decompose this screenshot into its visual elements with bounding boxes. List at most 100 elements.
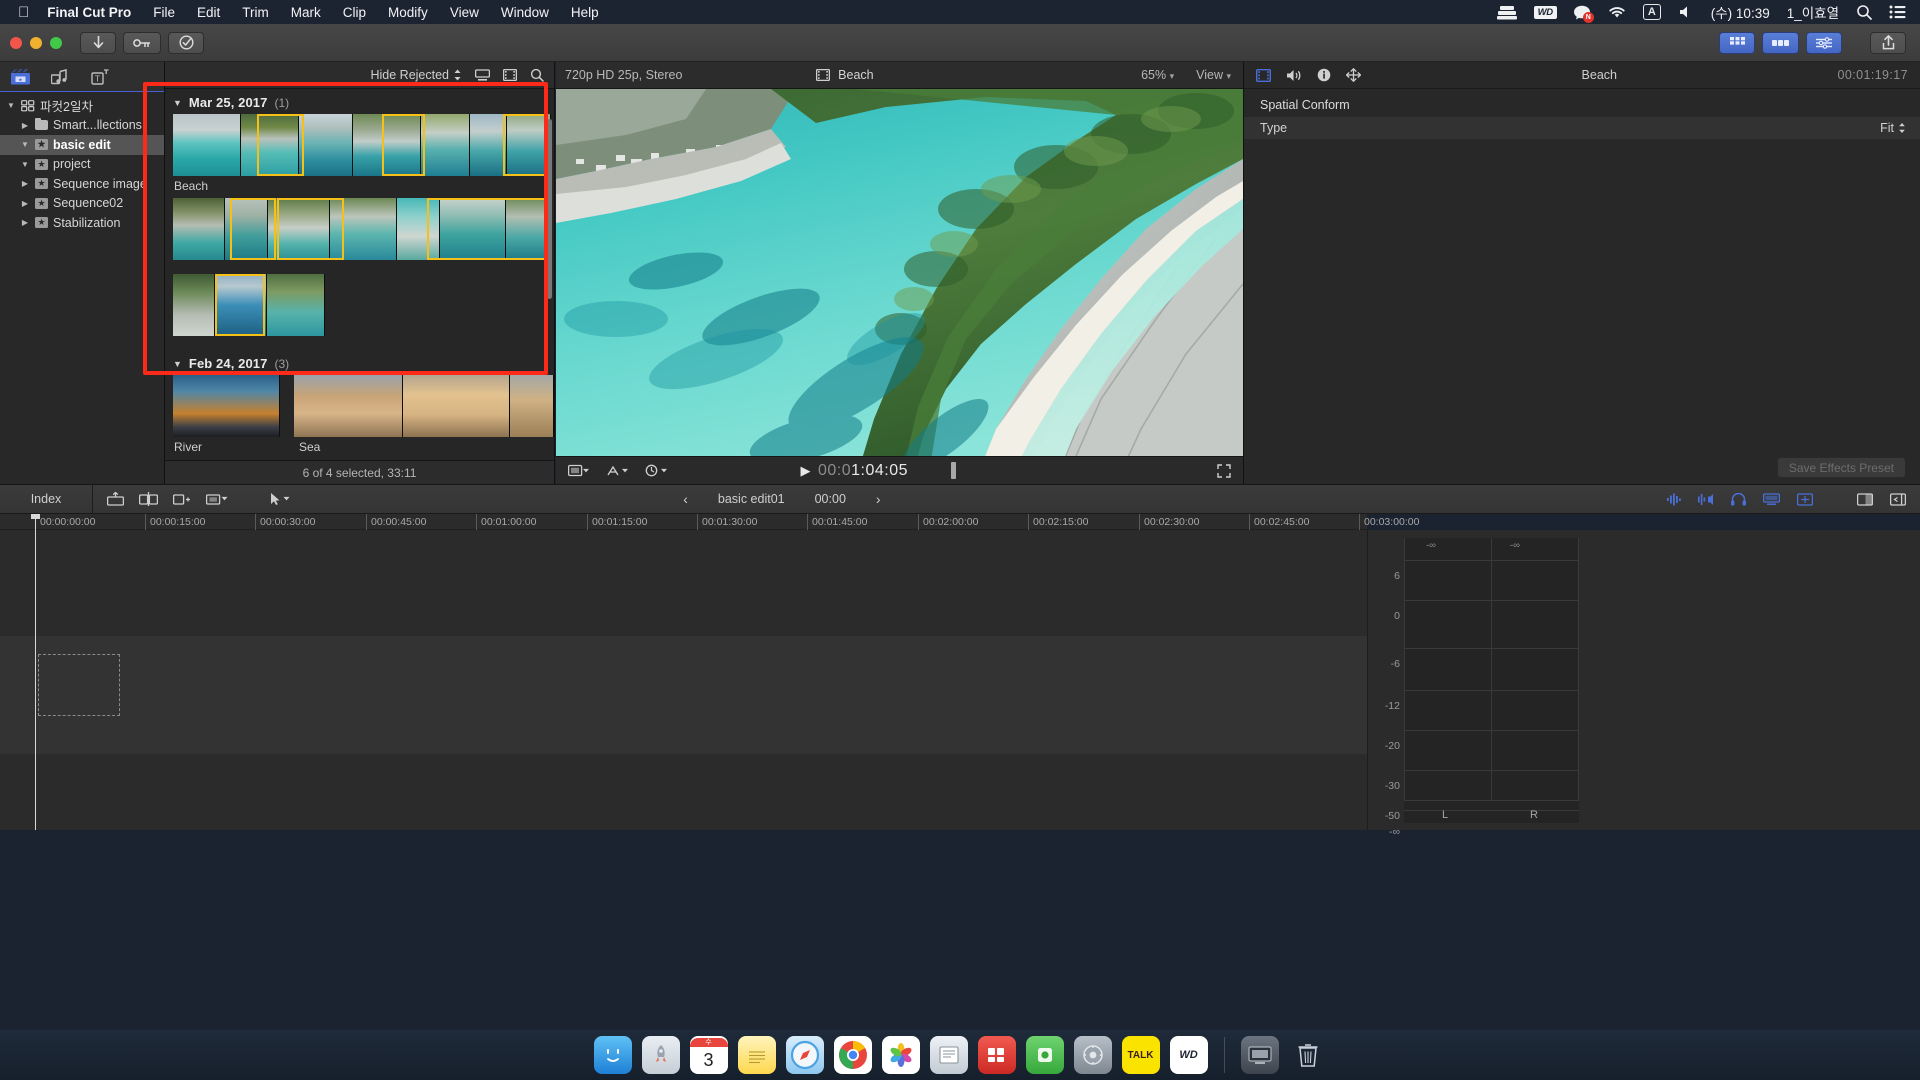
settings-icon[interactable]: [1073, 1036, 1112, 1074]
menu-item-view[interactable]: View: [450, 5, 479, 20]
close-window-button[interactable]: [10, 36, 22, 49]
trash-icon[interactable]: [1289, 1036, 1327, 1074]
audio-skimming-icon[interactable]: [1667, 493, 1681, 506]
overwrite-clip-icon[interactable]: [206, 492, 228, 506]
apple-logo-icon[interactable]: : [18, 5, 29, 20]
timeline-project-name[interactable]: basic edit01: [718, 492, 785, 506]
save-effects-preset-button[interactable]: Save Effects Preset: [1776, 457, 1906, 478]
timeline-index-button[interactable]: Index: [0, 492, 92, 506]
viewer-zoom-menu[interactable]: 65% ▾: [1141, 68, 1174, 82]
volume-icon[interactable]: [1678, 5, 1694, 19]
timeline-drop-placeholder[interactable]: [38, 654, 120, 716]
share-tab-icon[interactable]: [1346, 68, 1361, 82]
sidebar-item-smart-collections[interactable]: ▶ Smart...llections: [0, 116, 164, 136]
sidebar-item-sequence02[interactable]: ▶ ★ Sequence02: [0, 194, 164, 214]
clip-filmstrip[interactable]: [173, 274, 325, 336]
detach-window-icon[interactable]: [1857, 492, 1873, 506]
menu-item-mark[interactable]: Mark: [291, 5, 321, 20]
kakaotalk-icon[interactable]: TALK: [1121, 1036, 1160, 1074]
timeline-playhead[interactable]: [35, 514, 36, 830]
menu-app-name[interactable]: Final Cut Pro: [47, 5, 131, 20]
launchpad-icon[interactable]: [641, 1036, 680, 1074]
import-media-icon[interactable]: [80, 31, 116, 54]
sidebar-item-sequence-image[interactable]: ▶ ★ Sequence image: [0, 174, 164, 194]
inspector-icon[interactable]: [1806, 31, 1842, 54]
browser-clip-list[interactable]: ▼ Mar 25, 2017 (1) Beach ▼ Feb 24, 2017 …: [165, 89, 554, 460]
timeline-canvas[interactable]: [0, 530, 1367, 830]
maximize-window-button[interactable]: [50, 36, 62, 49]
clip-filmstrip[interactable]: [173, 198, 551, 260]
photos-audio-tab[interactable]: [50, 68, 70, 86]
chrome-icon[interactable]: [833, 1036, 872, 1074]
inspector-row-type[interactable]: Type Fit: [1244, 117, 1920, 139]
timeline-ruler[interactable]: 00:00:00:00 00:00:15:00 00:00:30:00 00:0…: [0, 514, 1419, 530]
date-group-header[interactable]: ▼ Feb 24, 2017 (3): [165, 350, 554, 375]
search-icon[interactable]: [530, 68, 544, 82]
viewer-timecode[interactable]: ▶ 00:01:04:05: [800, 462, 957, 480]
menu-item-edit[interactable]: Edit: [197, 5, 220, 20]
wd-status-icon[interactable]: WD: [1533, 5, 1557, 19]
clip-filmstrip[interactable]: [173, 114, 551, 176]
clip-appearance-icon[interactable]: [1763, 493, 1780, 505]
headphones-icon[interactable]: [1731, 492, 1746, 506]
finder-icon[interactable]: [593, 1036, 632, 1074]
audio-tab-icon[interactable]: [1286, 69, 1302, 82]
solo-icon[interactable]: [1698, 493, 1714, 506]
disclosure-triangle-closed-icon[interactable]: ▶: [20, 218, 30, 227]
spotlight-search-icon[interactable]: [1856, 4, 1872, 20]
timeline-index-icon[interactable]: [1762, 31, 1799, 54]
input-source-icon[interactable]: A: [1642, 4, 1661, 20]
sidebar-item-basic-edit[interactable]: ▼ ★ basic edit: [0, 135, 164, 155]
clip-filmstrip[interactable]: [173, 375, 281, 437]
menu-clock[interactable]: (수) 10:39: [1711, 2, 1770, 22]
viewer-video-image[interactable]: [556, 89, 1243, 479]
effects-toggle-icon[interactable]: [606, 464, 631, 477]
redapp-icon[interactable]: [977, 1036, 1016, 1074]
info-tab-icon[interactable]: [1317, 68, 1331, 82]
clip-filmstrip[interactable]: [294, 375, 554, 437]
reader-icon[interactable]: [929, 1036, 968, 1074]
sidebar-item-project[interactable]: ▼ ★ project: [0, 155, 164, 175]
timeline-primary-storyline[interactable]: [0, 636, 1367, 754]
disclosure-triangle-open-icon[interactable]: ▼: [173, 359, 182, 369]
sidebar-item-library[interactable]: ▼ 파컷2일차: [0, 96, 164, 116]
analyze-check-icon[interactable]: [168, 31, 204, 54]
transform-tools-icon[interactable]: [568, 464, 592, 477]
disclosure-triangle-open-icon[interactable]: ▼: [173, 98, 182, 108]
disclosure-triangle-closed-icon[interactable]: ▶: [20, 199, 30, 208]
minimize-window-button[interactable]: [30, 36, 42, 49]
libraries-tab[interactable]: ★: [10, 68, 30, 86]
updown-chevron-icon[interactable]: [453, 68, 462, 82]
greenapp-icon[interactable]: [1025, 1036, 1064, 1074]
inspector-row-value[interactable]: Fit: [1880, 121, 1906, 135]
safari-icon[interactable]: [785, 1036, 824, 1074]
wd-utility-icon[interactable]: WD: [1169, 1036, 1208, 1074]
timecode-scrubber-handle[interactable]: [951, 462, 957, 479]
play-triangle-icon[interactable]: ▶: [800, 463, 811, 479]
menu-user-name[interactable]: 1_이효열: [1787, 2, 1839, 22]
playback-quality-icon[interactable]: [645, 464, 670, 477]
append-clip-icon[interactable]: [173, 492, 191, 506]
video-tab-icon[interactable]: [1256, 68, 1271, 82]
share-export-icon[interactable]: [1870, 31, 1906, 54]
next-chevron-icon[interactable]: ›: [876, 491, 881, 507]
filmstrip-view-icon[interactable]: [503, 69, 517, 81]
hide-panel-icon[interactable]: [1890, 492, 1906, 506]
insert-clip-icon[interactable]: [139, 492, 158, 506]
menu-item-modify[interactable]: Modify: [388, 5, 428, 20]
notes-icon[interactable]: [737, 1036, 776, 1074]
calendar-icon[interactable]: 수 3: [689, 1036, 728, 1074]
disclosure-triangle-open-icon[interactable]: ▼: [20, 160, 30, 169]
menu-item-file[interactable]: File: [153, 5, 175, 20]
wifi-icon[interactable]: [1608, 5, 1626, 19]
updown-chevron-icon[interactable]: [1898, 122, 1906, 134]
menu-item-help[interactable]: Help: [571, 5, 599, 20]
clip-appearance-icon[interactable]: [475, 69, 490, 81]
zoom-timeline-icon[interactable]: [1797, 492, 1813, 506]
fullscreen-icon[interactable]: [1217, 463, 1243, 478]
keyword-editor-icon[interactable]: [123, 31, 161, 54]
hide-rejected-label[interactable]: Hide Rejected: [370, 68, 449, 82]
disclosure-triangle-closed-icon[interactable]: ▶: [20, 121, 30, 130]
disclosure-triangle-closed-icon[interactable]: ▶: [20, 179, 30, 188]
viewer-view-menu[interactable]: View ▾: [1196, 68, 1231, 82]
